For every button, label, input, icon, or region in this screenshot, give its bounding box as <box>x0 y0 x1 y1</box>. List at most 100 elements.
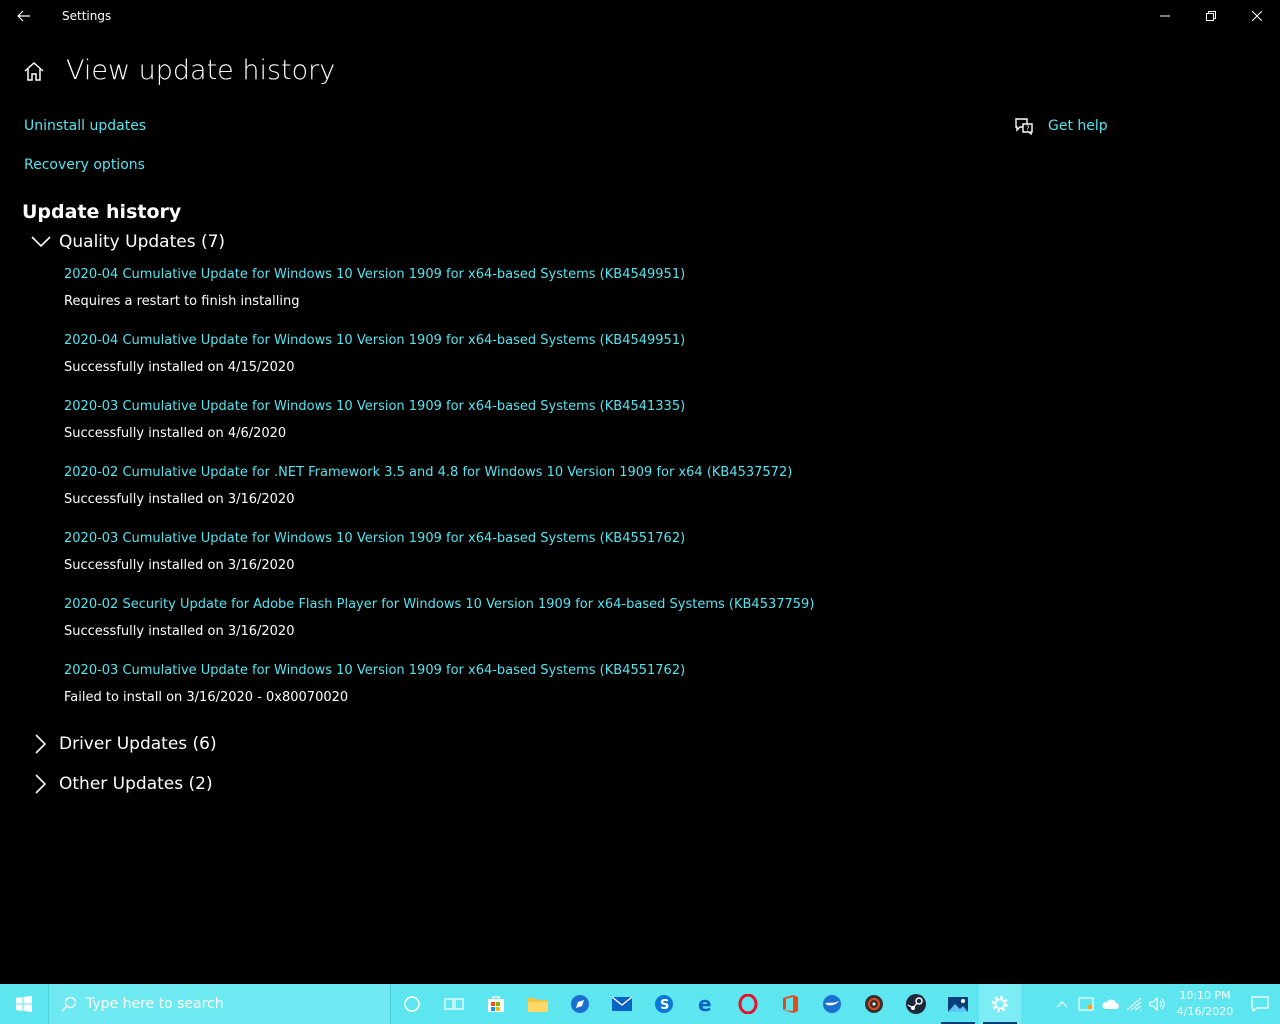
wifi-icon <box>1126 997 1142 1011</box>
quality-updates-label: Quality Updates (7) <box>59 232 226 252</box>
back-arrow-icon <box>17 10 30 22</box>
svg-text:S: S <box>660 998 669 1013</box>
taskbar-settings[interactable] <box>979 984 1021 1024</box>
compass-icon <box>571 995 589 1013</box>
taskbar: Type here to search S e 10:10 PM 4/16/20… <box>0 984 1280 1024</box>
restore-button[interactable] <box>1188 0 1234 32</box>
bird-app-icon <box>823 995 841 1013</box>
speaker-icon <box>1149 997 1165 1011</box>
opera-icon <box>738 994 758 1014</box>
update-history-title: Update history <box>22 201 182 223</box>
tray-app-icon <box>1078 997 1094 1011</box>
list-item: 2020-03 Cumulative Update for Windows 10… <box>64 661 964 727</box>
recovery-options-link[interactable]: Recovery options <box>24 157 145 173</box>
update-link[interactable]: 2020-03 Cumulative Update for Windows 10… <box>64 397 964 417</box>
update-status: Requires a restart to finish installing <box>64 294 300 309</box>
chevron-right-icon <box>30 733 52 755</box>
svg-text:e: e <box>698 994 712 1014</box>
taskbar-app-compass[interactable] <box>559 984 601 1024</box>
steam-icon <box>906 994 926 1014</box>
svg-text:?: ? <box>1026 125 1030 133</box>
restore-icon <box>1206 11 1216 21</box>
chevron-right-icon <box>30 773 52 795</box>
show-hidden-icons-button[interactable] <box>1050 984 1074 1024</box>
onedrive-button[interactable] <box>1098 984 1122 1024</box>
search-icon <box>61 996 77 1012</box>
update-link[interactable]: 2020-02 Cumulative Update for .NET Frame… <box>64 463 964 483</box>
office-icon <box>783 995 798 1013</box>
get-help-link[interactable]: Get help <box>1048 118 1108 134</box>
taskbar-opera[interactable] <box>727 984 769 1024</box>
update-status: Successfully installed on 3/16/2020 <box>64 492 295 507</box>
chevron-down-icon <box>30 231 52 253</box>
chevron-up-icon <box>1056 1001 1068 1008</box>
close-button[interactable] <box>1234 0 1280 32</box>
taskbar-app-bird[interactable] <box>811 984 853 1024</box>
quality-updates-toggle[interactable]: Quality Updates (7) <box>30 231 225 253</box>
taskbar-apps: S e <box>391 984 1021 1024</box>
taskbar-skype[interactable]: S <box>643 984 685 1024</box>
home-button[interactable] <box>22 60 46 84</box>
update-status: Failed to install on 3/16/2020 - 0x80070… <box>64 690 349 705</box>
uninstall-updates-link[interactable]: Uninstall updates <box>24 118 146 134</box>
search-placeholder: Type here to search <box>86 996 224 1012</box>
mail-icon <box>611 996 633 1011</box>
other-updates-label: Other Updates (2) <box>59 774 213 794</box>
taskbar-file-explorer[interactable] <box>517 984 559 1024</box>
update-link[interactable]: 2020-03 Cumulative Update for Windows 10… <box>64 529 964 549</box>
update-status: Successfully installed on 3/16/2020 <box>64 624 295 639</box>
gear-icon <box>992 996 1008 1012</box>
task-view-button[interactable] <box>433 984 475 1024</box>
update-link[interactable]: 2020-04 Cumulative Update for Windows 10… <box>64 265 964 285</box>
page-title: View update history <box>66 55 336 86</box>
title-bar: Settings <box>0 0 1280 32</box>
taskbar-office[interactable] <box>769 984 811 1024</box>
list-item: 2020-04 Cumulative Update for Windows 10… <box>64 265 964 331</box>
cloud-icon <box>1102 999 1119 1009</box>
driver-updates-label: Driver Updates (6) <box>59 734 217 754</box>
taskbar-music[interactable] <box>853 984 895 1024</box>
taskbar-edge[interactable]: e <box>685 984 727 1024</box>
skype-icon: S <box>655 995 673 1013</box>
action-center-button[interactable] <box>1240 984 1280 1024</box>
notification-icon <box>1251 996 1269 1012</box>
driver-updates-toggle[interactable]: Driver Updates (6) <box>30 733 217 755</box>
update-status: Successfully installed on 4/15/2020 <box>64 360 295 375</box>
volume-button[interactable] <box>1146 984 1170 1024</box>
back-button[interactable] <box>10 4 38 28</box>
system-tray: 10:10 PM 4/16/2020 <box>1050 984 1280 1024</box>
other-updates-toggle[interactable]: Other Updates (2) <box>30 773 213 795</box>
network-button[interactable] <box>1122 984 1146 1024</box>
taskbar-clock[interactable]: 10:10 PM 4/16/2020 <box>1170 988 1240 1020</box>
start-button[interactable] <box>0 984 48 1024</box>
taskbar-store[interactable] <box>475 984 517 1024</box>
minimize-icon <box>1160 15 1170 17</box>
taskbar-mail[interactable] <box>601 984 643 1024</box>
window-title: Settings <box>62 9 112 23</box>
store-icon <box>488 996 504 1012</box>
minimize-button[interactable] <box>1142 0 1188 32</box>
update-link[interactable]: 2020-02 Security Update for Adobe Flash … <box>64 595 964 615</box>
task-view-icon <box>444 998 464 1010</box>
photos-icon <box>948 997 968 1012</box>
taskbar-steam[interactable] <box>895 984 937 1024</box>
folder-icon <box>528 998 548 1012</box>
list-item: 2020-02 Cumulative Update for .NET Frame… <box>64 463 964 529</box>
clock-time: 10:10 PM <box>1179 989 1231 1002</box>
update-link[interactable]: 2020-04 Cumulative Update for Windows 10… <box>64 331 964 351</box>
list-item: 2020-03 Cumulative Update for Windows 10… <box>64 529 964 595</box>
taskbar-photos[interactable] <box>937 984 979 1024</box>
update-status: Successfully installed on 4/6/2020 <box>64 426 287 441</box>
cortana-button[interactable] <box>391 984 433 1024</box>
quality-updates-list: 2020-04 Cumulative Update for Windows 10… <box>64 265 964 727</box>
clock-date: 4/16/2020 <box>1176 1005 1234 1018</box>
update-link[interactable]: 2020-03 Cumulative Update for Windows 10… <box>64 661 964 681</box>
tray-app-button[interactable] <box>1074 984 1098 1024</box>
list-item: 2020-04 Cumulative Update for Windows 10… <box>64 331 964 397</box>
close-icon <box>1252 11 1262 21</box>
home-icon <box>24 61 44 81</box>
list-item: 2020-03 Cumulative Update for Windows 10… <box>64 397 964 463</box>
edge-icon: e <box>698 994 712 1014</box>
music-disc-icon <box>865 995 883 1013</box>
taskbar-search-box[interactable]: Type here to search <box>48 984 391 1024</box>
